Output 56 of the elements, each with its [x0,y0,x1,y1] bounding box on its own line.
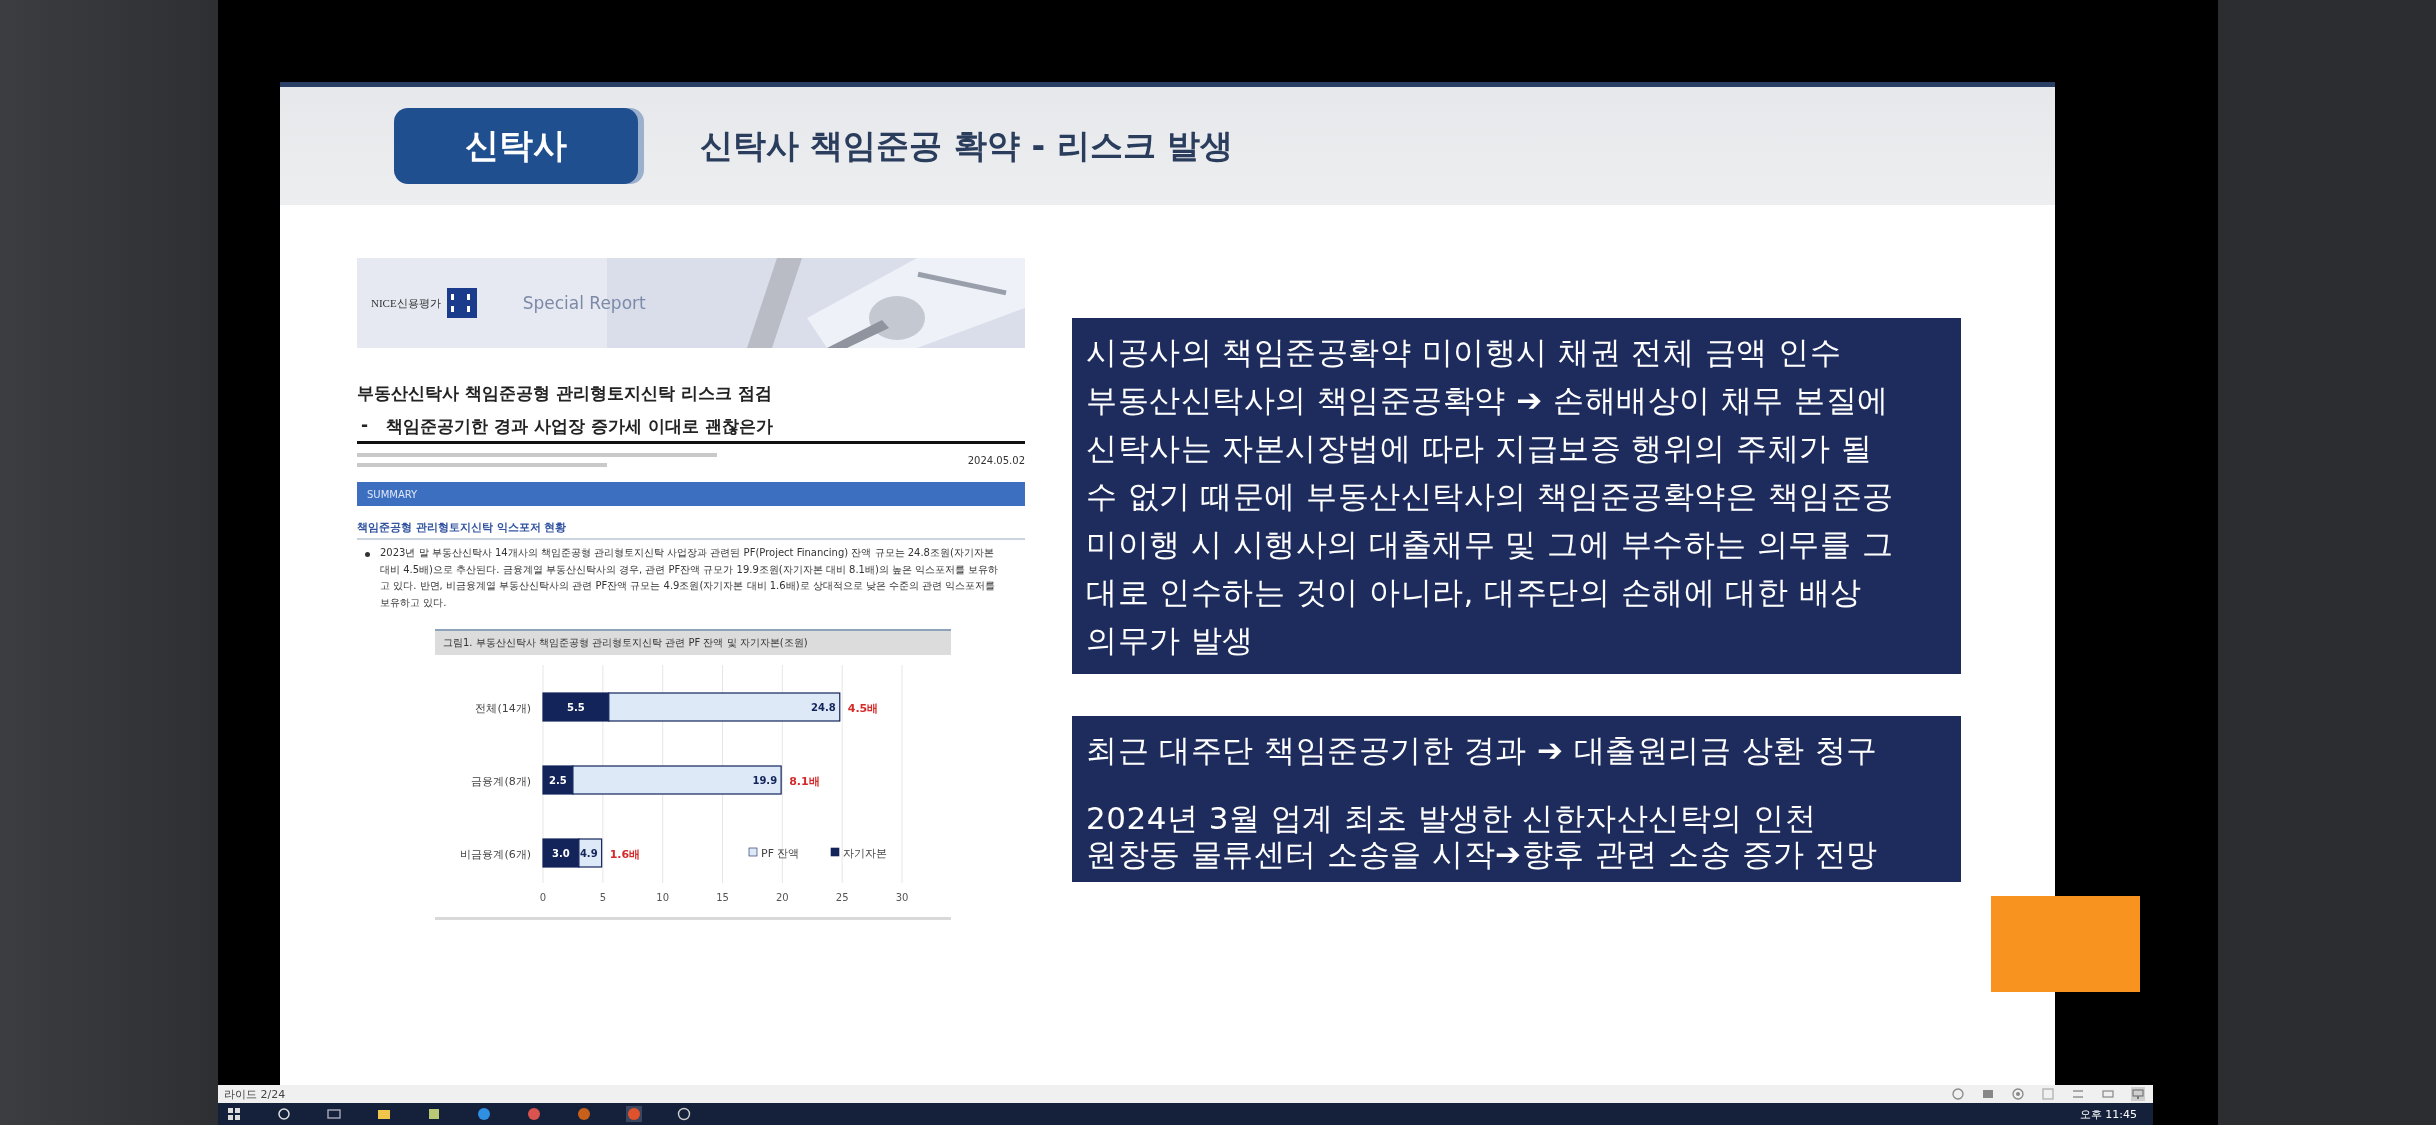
note-text-line: 최근 대주단 책임준공기한 경과 ➔ 대출원리금 상환 청구 [1086,731,1879,770]
banner-title: Special Report [522,293,646,313]
tick-label: 10 [656,892,670,903]
figure-caption: 그림1. 부동산신탁사 책임준공형 관리형토지신탁 관련 PF 잔액 및 자기자본(조원) [435,629,951,655]
note-text-line: 의무가 발생 [1086,621,1255,660]
view-icon[interactable] [1981,1087,1995,1101]
tick-label: 20 [775,892,789,903]
slide-counter: 라이드 2/24 [224,1086,286,1102]
category-label: 비금융계(6개) [460,848,531,861]
ratio-annotation: 8.1배 [789,775,820,788]
logo-text: NICE신용평가 [371,295,441,311]
report-title: 부동산신탁사 책임준공형 관리형토지신탁 리스크 점검 [357,382,773,405]
note-text-line: 부동산신탁사의 책임준공확약 ➔ 손해배상이 채무 본질에 [1086,381,1890,420]
search-icon[interactable] [276,1106,292,1122]
bullet-icon [365,552,370,557]
ratio-annotation: 1.6배 [609,848,641,861]
value-label: 5.5 [567,702,585,713]
app-icon[interactable] [426,1106,442,1122]
value-label: 4.9 [579,848,598,859]
tick-label: 30 [895,892,909,903]
legend-label: 자기자본 [843,847,887,860]
tick-label: 0 [539,892,547,903]
note-text-line: 2024년 3월 업계 최초 발생한 신한자산신탁의 인천 [1086,800,1818,836]
record-icon[interactable] [2011,1087,2025,1101]
category-label: 금융계(8개) [471,775,531,788]
report-date: 2024.05.02 [967,454,1025,466]
value-label: 2.5 [549,775,567,786]
tick-label: 15 [716,892,729,903]
subtitle-marker: - [361,415,369,437]
note-text-line: 원창동 물류센터 소송을 시작➔향후 관련 소송 증가 전망 [1086,836,1879,872]
slideshow-icon[interactable] [2131,1087,2145,1101]
tick-label: 5 [599,892,606,903]
logo-icon [446,288,477,318]
category-label: 전체(14개) [475,702,531,715]
report-subtitle: 책임준공기한 경과 사업장 증가세 이대로 괜찮은가 [386,415,773,438]
ratio-annotation: 4.5배 [847,702,879,715]
slide-title: 신탁사 책임준공 확약 - 리스크 발생 [700,124,1234,167]
value-label: 19.9 [752,775,778,786]
tick-label: 25 [835,892,849,903]
value-label: 3.0 [552,848,570,859]
report-paragraph: 2023년 말 부동산신탁사 14개사의 책임준공형 관리형토지신탁 사업장과 관련된 PF(Project Financing) 잔액 규모는 24.8조원(자기자본 대비 4.5배)으로 추산된다. 금융계열 부동산신탁사의 경우, 관련 PF잔액 규모가 19.9조원(자기자본 대비 8.1배)의 높은 익스포저를 보유하고 있다. 반면, 비금융계열 부동산신탁사의 관련 PF잔액 규모는 4.9조원(자기자본 대비 1.6배)로 상대적으로 낮은 수준의 관련 익스포저를 보유하고 있다. [380,546,1000,610]
app-icon[interactable] [476,1106,492,1122]
note-text-line: 미이행 시 시행사의 대출채무 및 그에 부수하는 의무를 그 [1086,525,1895,564]
value-label: 24.8 [811,702,836,713]
app-icon[interactable] [526,1106,542,1122]
note-text-line: 시공사의 책임준공확약 미이행시 채권 전체 금액 인수 [1086,333,1843,372]
note-text-line: 대로 인수하는 것이 아니라, 대주단의 손해에 대한 배상 [1086,573,1863,612]
summary-bar: SUMMARY [357,482,1025,506]
windows-icon[interactable] [226,1106,242,1122]
app-icon[interactable] [676,1106,692,1122]
note-text-line: 신탁사는 자본시장법에 따라 지급보증 행위의 주체가 될 [1086,429,1874,468]
legend-label: PF 잔액 [761,847,800,860]
section-heading: 책임준공형 관리형토지신탁 익스포저 현황 [357,520,1025,540]
note-text-line: 수 없기 때문에 부동산신탁사의 책임준공확약은 책임준공 [1086,477,1895,516]
task-view-icon[interactable] [326,1106,342,1122]
taskbar-clock: 오후 11:45 [2079,1106,2137,1122]
